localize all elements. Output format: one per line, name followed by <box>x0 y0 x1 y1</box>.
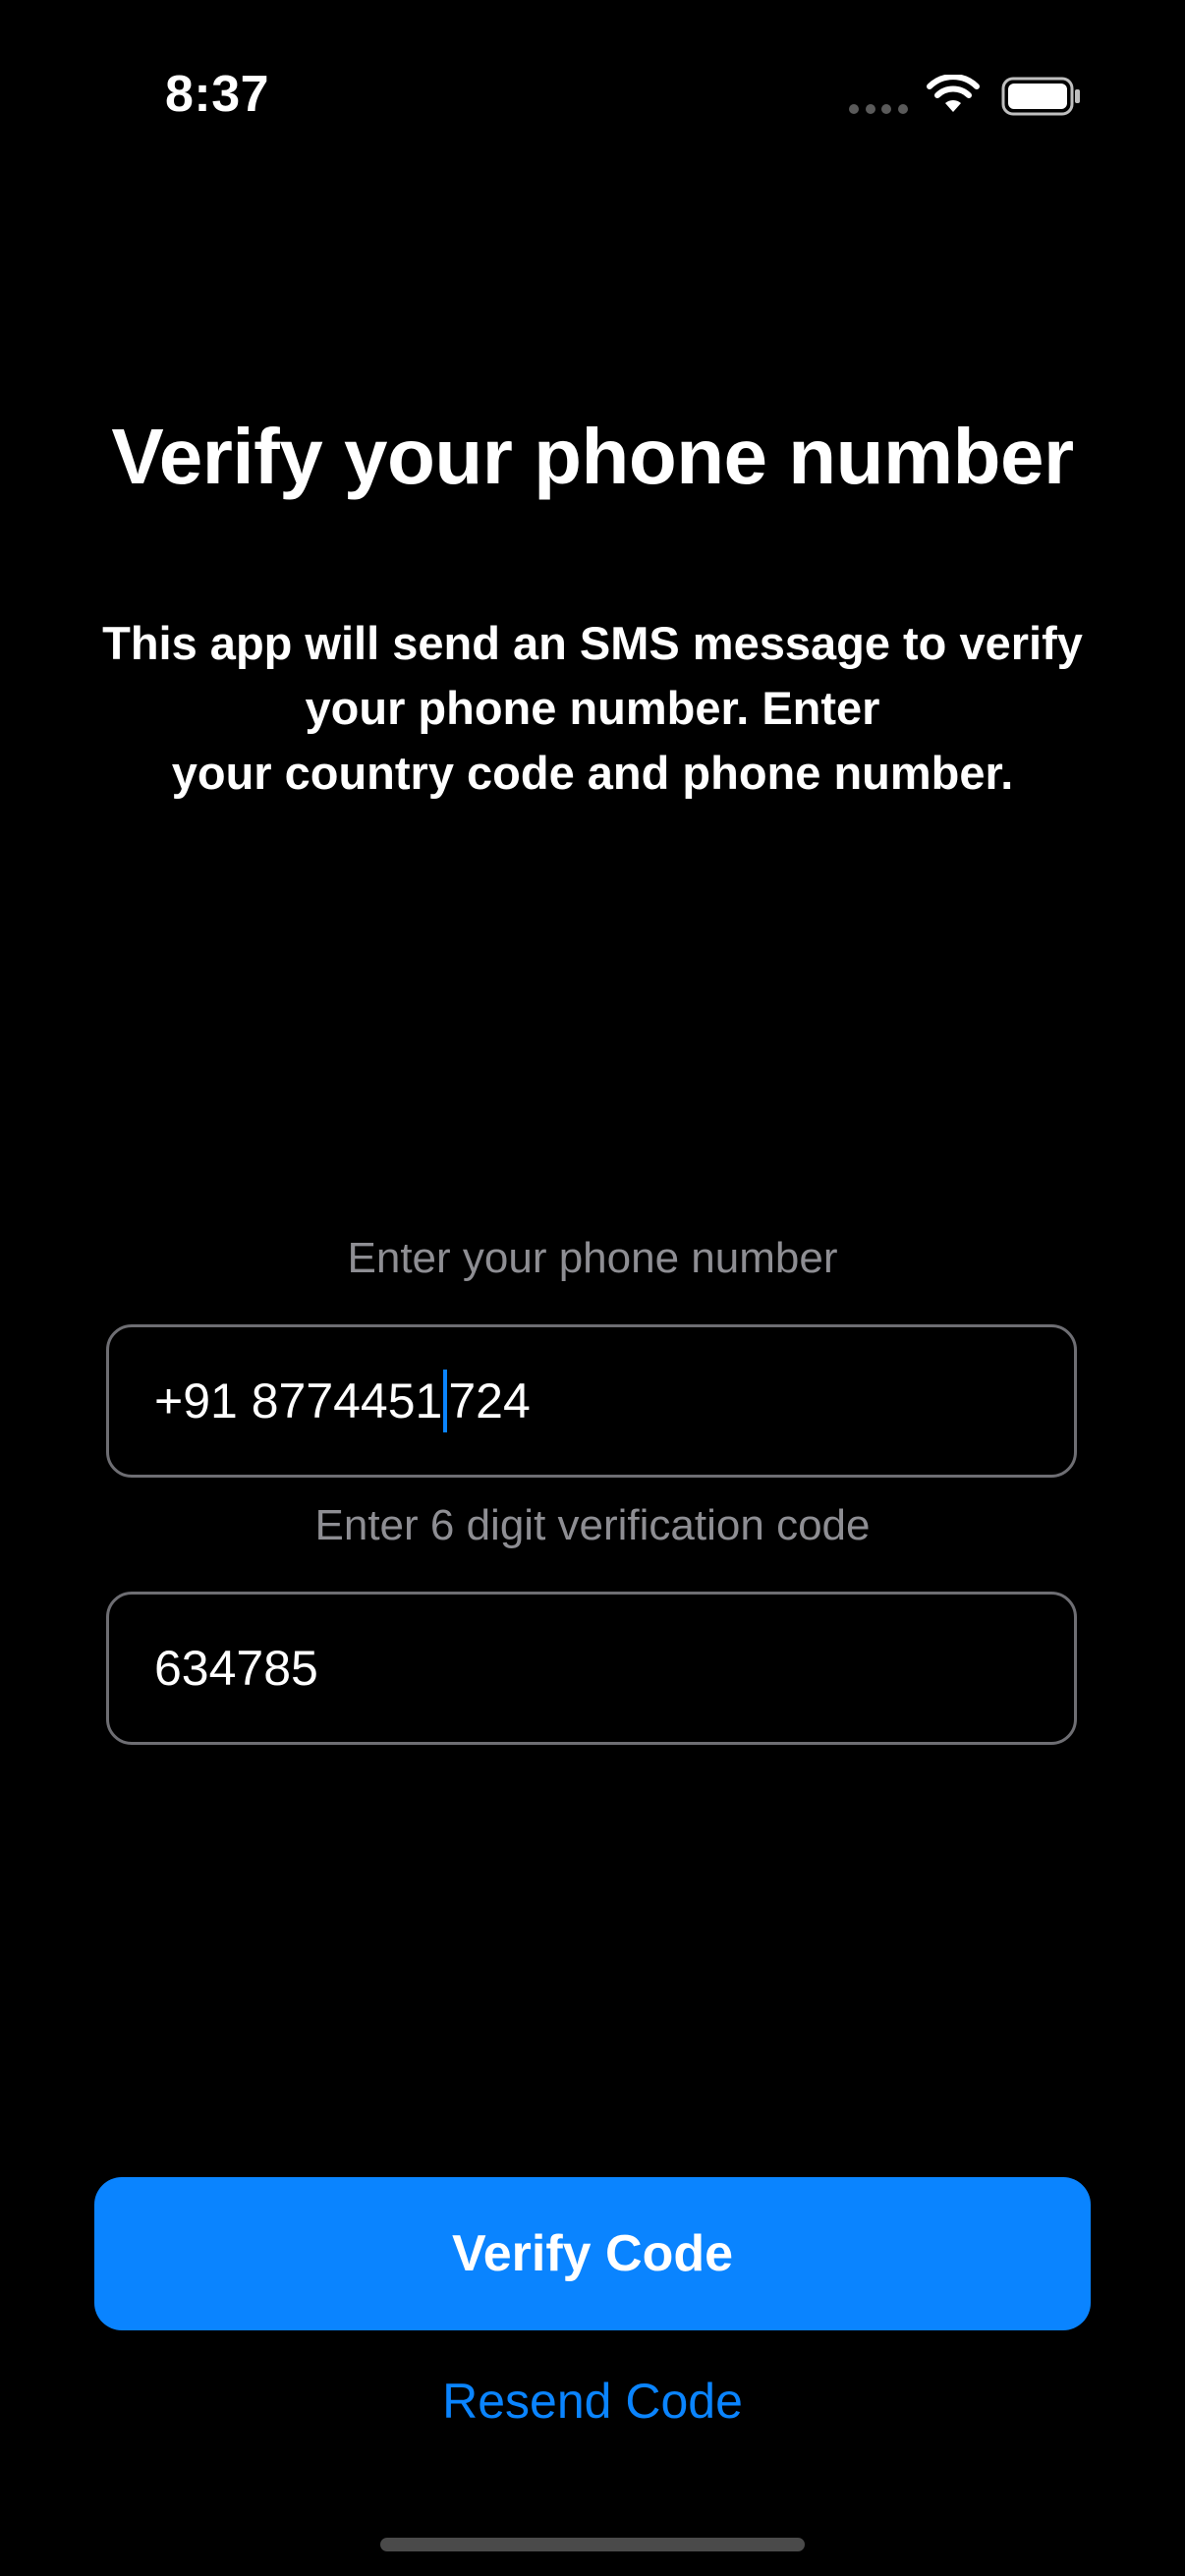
verify-code-button[interactable]: Verify Code <box>94 2177 1091 2330</box>
phone-number-value-end: 724 <box>448 1373 531 1428</box>
status-time: 8:37 <box>165 66 270 123</box>
verification-code-label: Enter 6 digit verification code <box>314 1501 871 1549</box>
verification-code-input[interactable]: 634785 <box>106 1592 1077 1745</box>
resend-code-link[interactable]: Resend Code <box>0 2370 1185 2433</box>
phone-number-label: Enter your phone number <box>347 1234 838 1282</box>
home-indicator[interactable] <box>380 2538 805 2551</box>
phone-number-value-start: +91 8774451 <box>154 1373 443 1428</box>
wifi-icon <box>927 75 980 112</box>
signal-dots-icon <box>849 104 908 114</box>
text-caret <box>443 1370 448 1432</box>
phone-number-input[interactable]: +91 8774451 724 <box>106 1324 1077 1478</box>
verification-code-value: 634785 <box>154 1641 318 1696</box>
battery-icon <box>1001 77 1080 116</box>
page-title: Verify your phone number <box>111 413 1074 500</box>
description-text: This app will send an SMS message to ver… <box>102 617 1083 799</box>
